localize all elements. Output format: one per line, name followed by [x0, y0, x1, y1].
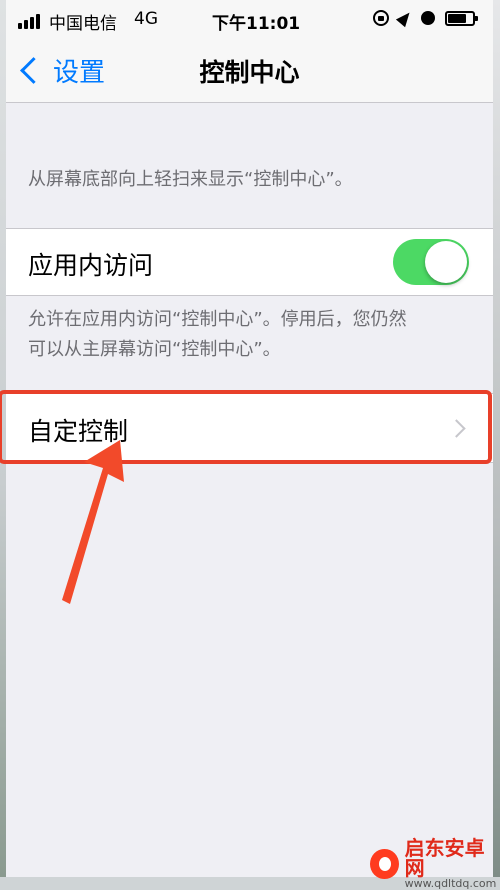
watermark-logo-icon — [370, 848, 399, 879]
watermark: 启东安卓网 www.qdltdq.com — [370, 838, 500, 889]
watermark-name: 启东安卓网 — [404, 836, 485, 880]
watermark-url: www.qdltdq.com — [404, 877, 497, 890]
pointer-arrow-annotation — [62, 440, 124, 604]
